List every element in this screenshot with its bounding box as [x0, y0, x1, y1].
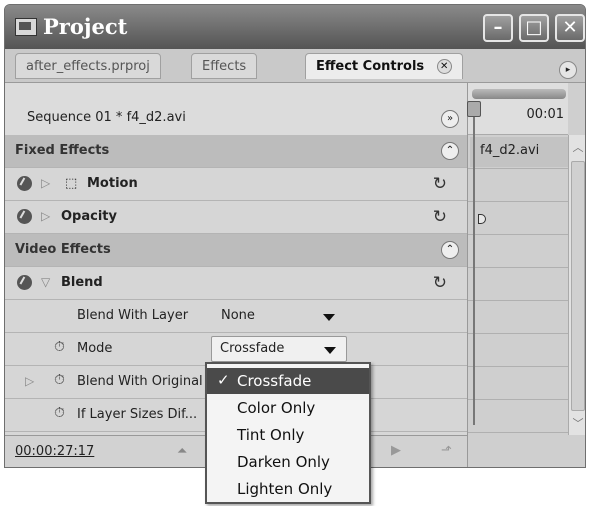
sequence-header: Sequence 01 * f4_d2.avi » — [5, 83, 467, 135]
menu-item-tint-only[interactable]: Tint Only — [207, 422, 369, 448]
tab-bar: after_effects.prproj Effects Effect Cont… — [5, 49, 585, 83]
dropdown-arrow-icon[interactable] — [323, 314, 335, 321]
project-app-icon — [15, 18, 37, 36]
zoom-out-icon[interactable]: ⏶ — [177, 444, 187, 459]
zoom-bar[interactable] — [472, 89, 566, 99]
scrollbar-thumb[interactable] — [571, 161, 585, 411]
close-button[interactable]: ✕ — [555, 14, 585, 42]
playhead[interactable] — [467, 101, 481, 425]
blend-label: Blend — [61, 275, 103, 290]
grid-line — [468, 234, 568, 235]
grid-line — [468, 267, 568, 268]
maximize-icon: □ — [525, 17, 543, 38]
grid-line — [468, 432, 568, 433]
time-ruler[interactable]: 00:01 — [468, 83, 568, 135]
twirl-open-icon[interactable]: ▽ — [41, 275, 50, 289]
ruler-time: 00:01 — [526, 107, 564, 122]
window-title: Project — [43, 14, 128, 39]
dropdown-arrow-icon — [324, 347, 336, 354]
opacity-label: Opacity — [61, 209, 117, 224]
show-hide-timeline-button[interactable]: » — [441, 110, 459, 128]
property-label: Mode — [77, 341, 113, 356]
sequence-label: Sequence 01 * f4_d2.avi — [27, 110, 186, 125]
menu-item-lighten-only[interactable]: Lighten Only — [207, 476, 369, 502]
title-bar[interactable]: Project – □ ✕ — [5, 5, 585, 49]
checkmark-icon: ✓ — [217, 371, 230, 389]
twirl-closed-icon[interactable]: ▷ — [41, 209, 50, 223]
twirl-closed-icon[interactable]: ▷ — [41, 176, 50, 190]
mode-dropdown-menu: ✓ Crossfade Color Only Tint Only Darken … — [205, 362, 371, 504]
scroll-up-icon[interactable]: ︿ — [571, 139, 585, 155]
menu-item-label: Crossfade — [237, 372, 312, 390]
menu-item-darken-only[interactable]: Darken Only — [207, 449, 369, 475]
motion-icon: ⬚ — [65, 176, 78, 191]
timeline-pane: 00:01 f4_d2.avi ︿ ﹀ — [467, 83, 585, 467]
panel-menu-icon[interactable]: ▸ — [559, 61, 577, 79]
property-label: Blend With Original — [77, 374, 203, 389]
stopwatch-icon[interactable]: ⏱ — [54, 405, 65, 421]
fx-toggle-icon[interactable] — [17, 176, 32, 191]
grid-line — [468, 333, 568, 334]
vertical-scrollbar[interactable]: ︿ ﹀ — [568, 135, 585, 435]
reset-icon[interactable]: ↻ — [433, 174, 447, 194]
video-effects-header: Video Effects ⌃ — [5, 234, 467, 267]
minimize-icon: – — [493, 17, 503, 38]
blend-with-layer-value[interactable]: None — [221, 308, 255, 323]
playhead-handle[interactable] — [467, 101, 481, 117]
twirl-closed-icon[interactable]: ▷ — [25, 374, 34, 388]
tab-effect-controls[interactable]: Effect Controls ✕ — [305, 53, 463, 79]
menu-item-crossfade[interactable]: ✓ Crossfade — [207, 368, 369, 394]
scroll-down-icon[interactable]: ﹀ — [571, 415, 585, 431]
video-effects-label: Video Effects — [15, 242, 111, 257]
menu-item-color-only[interactable]: Color Only — [207, 395, 369, 421]
grid-line — [468, 168, 568, 169]
property-label: Blend With Layer — [77, 308, 189, 323]
grid-line — [468, 300, 568, 301]
stopwatch-icon[interactable]: ⏱ — [54, 339, 65, 355]
effect-row-opacity[interactable]: ▷ Opacity ↻ — [5, 201, 467, 234]
property-label: If Layer Sizes Dif... — [77, 407, 198, 422]
mode-select[interactable]: Crossfade — [211, 336, 347, 362]
timeline-clip[interactable]: f4_d2.avi — [470, 137, 568, 167]
tab-project[interactable]: after_effects.prproj — [15, 53, 161, 79]
fx-toggle-icon[interactable] — [17, 275, 32, 290]
export-icon[interactable]: ⬏ — [441, 443, 452, 458]
mode-select-value: Crossfade — [220, 341, 285, 356]
tab-effect-controls-label: Effect Controls — [316, 59, 425, 74]
fixed-effects-label: Fixed Effects — [15, 143, 110, 158]
tab-close-icon[interactable]: ✕ — [436, 59, 452, 74]
tab-effects[interactable]: Effects — [191, 53, 258, 79]
maximize-button[interactable]: □ — [519, 14, 549, 42]
fx-toggle-icon[interactable] — [17, 209, 32, 224]
minimize-button[interactable]: – — [483, 14, 513, 42]
fixed-effects-header: Fixed Effects ⌃ — [5, 135, 467, 168]
motion-label: Motion — [87, 176, 138, 191]
collapse-fixed-effects-button[interactable]: ⌃ — [441, 142, 459, 160]
close-icon: ✕ — [562, 17, 578, 38]
keyframe-marker[interactable] — [478, 214, 486, 224]
grid-line — [468, 366, 568, 367]
reset-icon[interactable]: ↻ — [433, 207, 447, 227]
collapse-video-effects-button[interactable]: ⌃ — [441, 241, 459, 259]
play-audio-icon[interactable]: ▶ — [391, 443, 401, 458]
effect-row-blend[interactable]: ▽ Blend ↻ — [5, 267, 467, 300]
effect-row-motion[interactable]: ▷ ⬚ Motion ↻ — [5, 168, 467, 201]
grid-line — [468, 201, 568, 202]
stopwatch-icon[interactable]: ⏱ — [54, 372, 65, 388]
current-timecode[interactable]: 00:00:27:17 — [15, 444, 94, 459]
reset-icon[interactable]: ↻ — [433, 273, 447, 293]
grid-line — [468, 399, 568, 400]
property-row-blend-with-layer: Blend With Layer None — [5, 300, 467, 333]
